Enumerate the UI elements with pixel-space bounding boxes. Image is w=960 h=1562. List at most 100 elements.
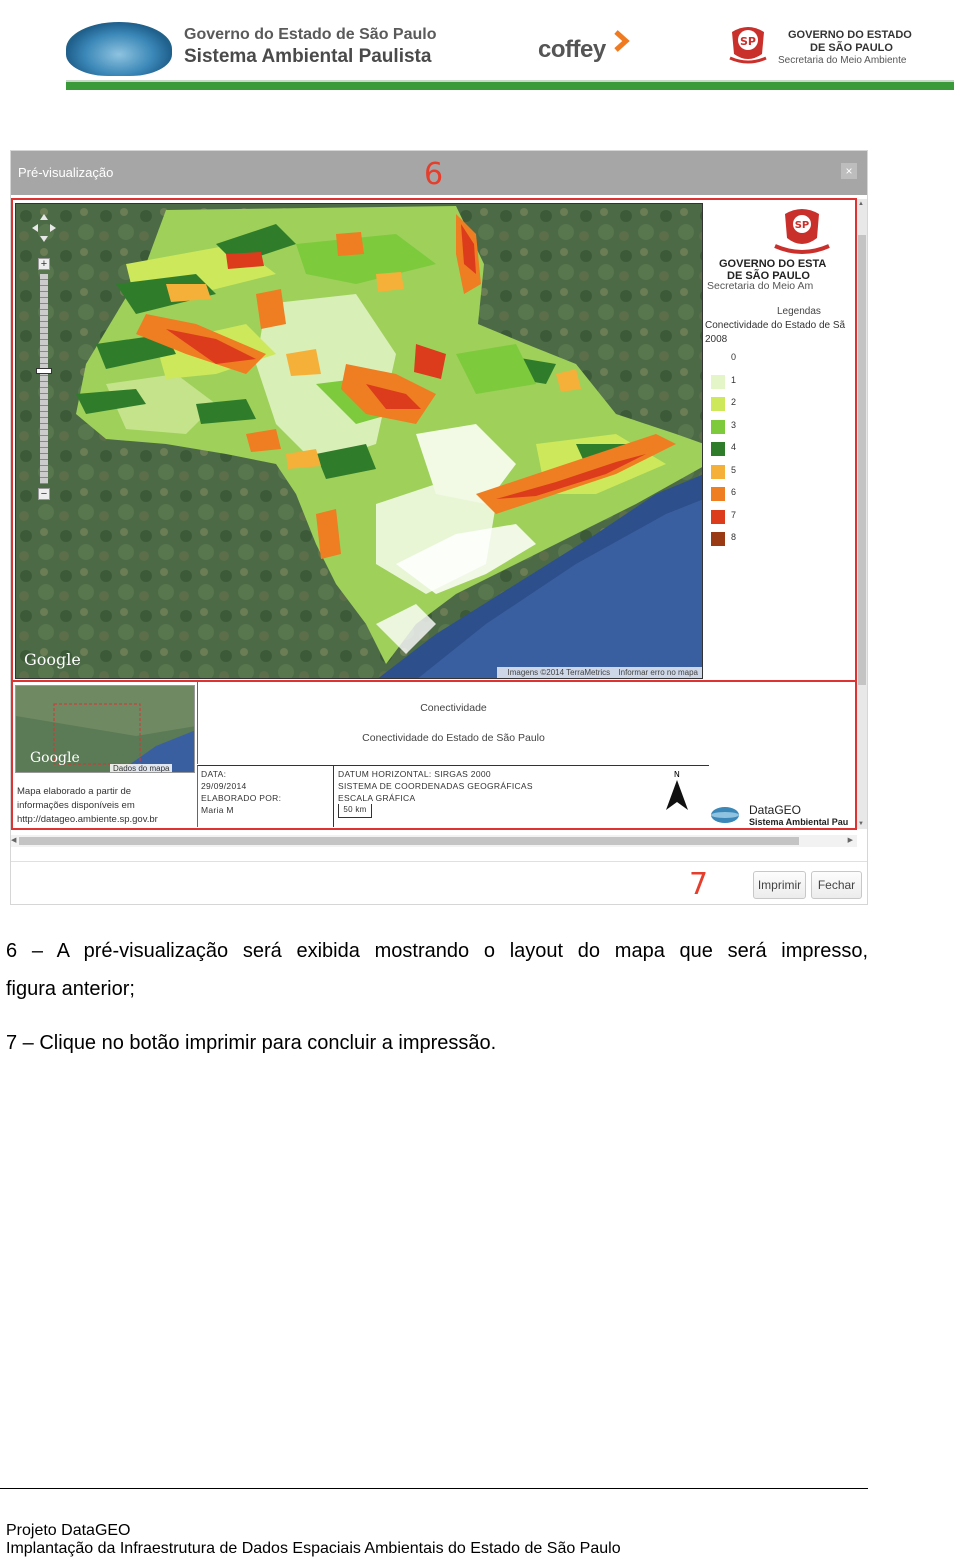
north-arrow-icon: N	[664, 768, 690, 814]
globe-logo-icon	[66, 22, 172, 76]
zoom-in-button[interactable]: +	[38, 258, 50, 270]
legend-item-label: 4	[731, 442, 737, 452]
legend-item: 5	[709, 461, 769, 484]
legend-swatch	[711, 509, 725, 524]
overview-google-logo: Google	[30, 750, 80, 766]
source-note-line1: Mapa elaborado a partir de	[17, 786, 132, 797]
legend-item: 2	[709, 393, 769, 416]
legend-swatch	[711, 397, 725, 411]
legend-list: 0 1 2 3 4 5 6 7 8	[709, 348, 769, 551]
legend-item-label: 0	[731, 352, 737, 362]
datageo-logo: DataGEO Sistema Ambiental Pau	[709, 765, 855, 827]
coffey-arrow-icon	[614, 30, 630, 52]
zoom-control: + −	[32, 214, 56, 504]
legend-item: 6	[709, 483, 769, 506]
scroll-down-icon[interactable]: ▼	[858, 821, 864, 827]
svg-text:SP: SP	[795, 220, 810, 231]
vertical-scroll-thumb[interactable]	[858, 235, 866, 685]
print-button[interactable]: Imprimir	[753, 871, 806, 899]
legend-item-label: 3	[731, 419, 737, 430]
meta-date-label: DATA:	[201, 769, 227, 779]
legend-item-label: 7	[731, 509, 737, 520]
overview-map: Google Dados do mapa	[15, 685, 195, 773]
header-gov-line3: Secretaria do Meio Ambiente	[778, 55, 907, 66]
scroll-right-icon[interactable]: ▶	[848, 836, 853, 844]
instruction-7: 7 – Clique no botão imprimir para conclu…	[6, 1032, 497, 1054]
legend-panel: SP GOVERNO DO ESTA DE SÃO PAULO Secretar…	[705, 200, 855, 679]
legend-item: 8	[709, 528, 769, 551]
legend-item: 3	[709, 416, 769, 439]
legend-item: 0	[709, 348, 769, 371]
source-note-line2: informações disponíveis em	[17, 800, 135, 811]
instruction-6-line1: 6 – A pré-visualização será exibida most…	[6, 940, 868, 962]
meta-author-value: Maria M	[201, 805, 234, 815]
google-logo: Google	[24, 650, 81, 669]
map-title-box: Conectividade Conectividade do Estado de…	[197, 682, 709, 764]
header-divider	[66, 82, 954, 90]
scroll-left-icon[interactable]: ◀	[11, 836, 16, 844]
pan-control-icon[interactable]	[32, 214, 56, 250]
step-marker-7: 7	[689, 867, 709, 902]
legend-title: Legendas	[777, 306, 821, 317]
zoom-slider[interactable]	[40, 274, 48, 484]
horizontal-scroll-thumb[interactable]	[19, 837, 799, 845]
overview-panel: Google Dados do mapa Mapa elaborado a pa…	[15, 685, 195, 825]
instruction-6-line2: figura anterior;	[6, 978, 135, 1000]
datum-horizontal: DATUM HORIZONTAL: SIRGAS 2000	[338, 769, 491, 779]
vertical-scrollbar[interactable]: ▲ ▼	[857, 199, 867, 829]
header-title-line1: Governo do Estado de São Paulo	[184, 26, 437, 43]
coffey-logo: coffey	[538, 36, 606, 63]
legend-item: 1	[709, 371, 769, 394]
map-attribution: Imagens ©2014 TerraMetrics Informar erro…	[497, 667, 702, 678]
scale-bar: 50 km	[338, 804, 372, 818]
map-view[interactable]: + − Google Imagens ©2014 TerraMetrics In…	[15, 203, 703, 679]
legend-item: 7	[709, 506, 769, 529]
datageo-subtitle: Sistema Ambiental Pau	[749, 817, 849, 827]
legend-gov-line3: Secretaria do Meio Am	[707, 280, 814, 292]
header-title-line2: Sistema Ambiental Paulista	[184, 46, 432, 67]
overview-data-link[interactable]: Dados do mapa	[110, 764, 173, 772]
header-gov-line1: GOVERNO DO ESTADO	[788, 29, 912, 41]
datum-scale-label: ESCALA GRÁFICA	[338, 793, 416, 803]
legend-item-label: 1	[731, 374, 737, 385]
dialog-title: Pré-visualização	[18, 165, 114, 180]
legend-swatch	[711, 352, 725, 366]
legend-swatch	[711, 374, 725, 389]
legend-subtitle: Conectividade do Estado de Sã	[705, 320, 846, 331]
legend-swatch	[711, 487, 725, 501]
source-note: Mapa elaborado a partir de informações d…	[17, 785, 158, 827]
datum-box: DATUM HORIZONTAL: SIRGAS 2000 SISTEMA DE…	[333, 765, 709, 827]
legend-item: 4	[709, 438, 769, 461]
dialog-close-icon[interactable]: ×	[841, 163, 857, 179]
credit-images: Imagens ©2014 TerraMetrics	[507, 668, 611, 677]
zoom-slider-handle[interactable]	[36, 368, 52, 374]
north-label: N	[674, 770, 680, 779]
legend-item-label: 8	[731, 532, 737, 542]
datageo-name: DataGEO	[749, 803, 802, 817]
footer-project: Projeto DataGEO	[6, 1522, 131, 1539]
document-header: Governo do Estado de São Paulo Sistema A…	[0, 0, 960, 95]
metadata-box: DATA: 29/09/2014 ELABORADO POR: Maria M	[197, 765, 333, 827]
sp-seal-icon: SP	[774, 209, 830, 254]
header-gov-line2: DE SÃO PAULO	[810, 42, 893, 54]
map-imagery	[16, 204, 702, 678]
legend-swatch	[711, 442, 725, 456]
credit-report-link[interactable]: Informar erro no mapa	[618, 668, 698, 677]
horizontal-scrollbar[interactable]: ◀ ▶	[11, 835, 857, 847]
scroll-up-icon[interactable]: ▲	[858, 201, 864, 207]
datageo-globe-icon	[711, 807, 739, 823]
map-title: Conectividade	[420, 702, 487, 714]
map-subtitle: Conectividade do Estado de São Paulo	[362, 732, 545, 744]
close-button[interactable]: Fechar	[811, 871, 862, 899]
source-note-url: http://datageo.ambiente.sp.gov.br	[17, 814, 158, 825]
legend-item-label: 5	[731, 464, 737, 475]
footer-divider	[0, 1488, 868, 1489]
sp-seal-icon: SP	[729, 27, 767, 64]
legend-item-label: 6	[731, 487, 737, 497]
legend-swatch	[711, 532, 725, 546]
svg-text:SP: SP	[740, 35, 756, 48]
zoom-out-button[interactable]: −	[38, 488, 50, 500]
dialog-divider	[11, 861, 867, 862]
footer-description: Implantação da Infraestrutura de Dados E…	[6, 1540, 621, 1557]
legend-item-label: 2	[731, 397, 737, 407]
